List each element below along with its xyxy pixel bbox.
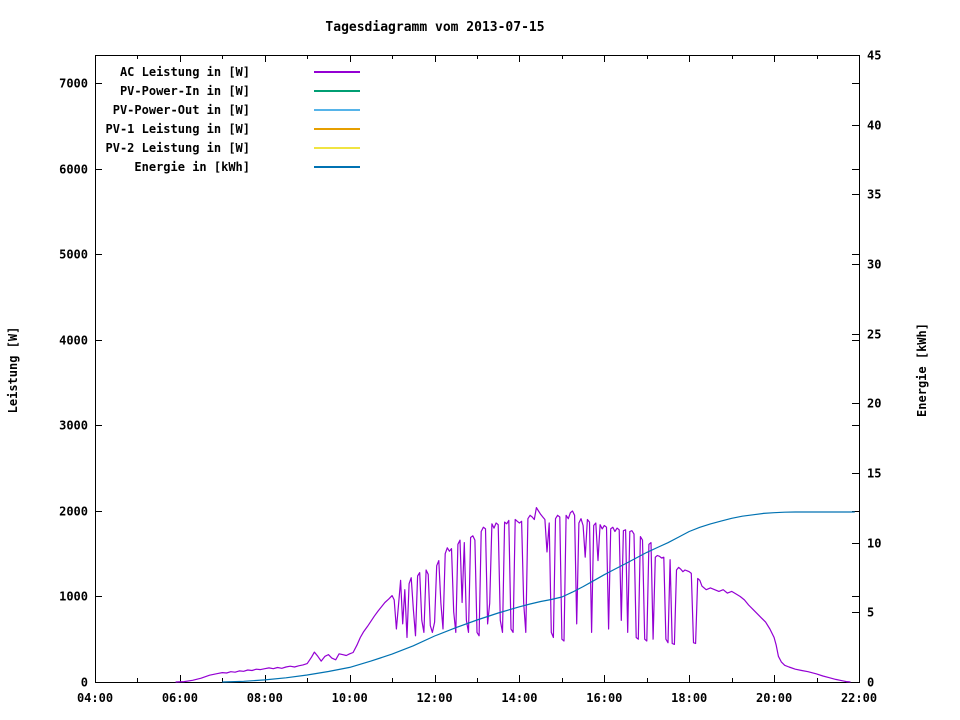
y-right-tick-label: 35 [867, 188, 881, 202]
legend-label: PV-2 Leistung in [W] [106, 141, 251, 155]
x-tick-label: 06:00 [162, 691, 198, 705]
y-right-tick-label: 0 [867, 676, 874, 690]
x-tick-label: 14:00 [501, 691, 537, 705]
y-right-tick-label: 40 [867, 119, 881, 133]
y-left-tick-label: 4000 [59, 334, 88, 348]
x-tick-label: 04:00 [77, 691, 113, 705]
legend-label: Energie in [kWh] [134, 160, 250, 174]
y-left-tick-label: 7000 [59, 77, 88, 91]
chart-page: Tagesdiagramm vom 2013-07-15 Leistung [W… [0, 0, 960, 720]
series-ac-leistung-in-w [176, 508, 851, 682]
x-tick-label: 18:00 [671, 691, 707, 705]
series-energie-in-kwh [222, 512, 855, 682]
y-right-tick-label: 20 [867, 397, 881, 411]
x-tick-label: 22:00 [841, 691, 877, 705]
y-left-tick-label: 0 [81, 676, 88, 690]
legend-label: PV-Power-Out in [W] [113, 103, 250, 117]
y-right-tick-label: 5 [867, 606, 874, 620]
legend-label: AC Leistung in [W] [120, 65, 250, 79]
y-right-axis-label: Energie [kWh] [915, 323, 929, 417]
x-tick-label: 12:00 [416, 691, 452, 705]
legend-label: PV-1 Leistung in [W] [106, 122, 251, 136]
y-left-tick-label: 2000 [59, 505, 88, 519]
y-right-tick-label: 25 [867, 328, 881, 342]
x-tick-label: 10:00 [332, 691, 368, 705]
y-right-tick-label: 10 [867, 537, 881, 551]
y-left-tick-label: 3000 [59, 419, 88, 433]
chart-plot-area: 04:00 06:00 08:00 10:00 12:00 14:00 16:00 18:00… [59, 49, 881, 706]
legend-label: PV-Power-In in [W] [120, 84, 250, 98]
y-left-tick-label: 6000 [59, 163, 88, 177]
y-left-axis-label: Leistung [W] [6, 327, 20, 414]
x-tick-label: 20:00 [756, 691, 792, 705]
y-left-tick-label: 1000 [59, 590, 88, 604]
y-left-tick-label: 5000 [59, 248, 88, 262]
x-tick-label: 08:00 [247, 691, 283, 705]
y-right-tick-label: 15 [867, 467, 881, 481]
y-right-tick-label: 45 [867, 49, 881, 63]
y-right-tick-label: 30 [867, 258, 881, 272]
chart-title: Tagesdiagramm vom 2013-07-15 [325, 20, 544, 35]
tagesdiagramm-chart: Tagesdiagramm vom 2013-07-15 Leistung [W… [0, 0, 960, 720]
x-tick-label: 16:00 [586, 691, 622, 705]
